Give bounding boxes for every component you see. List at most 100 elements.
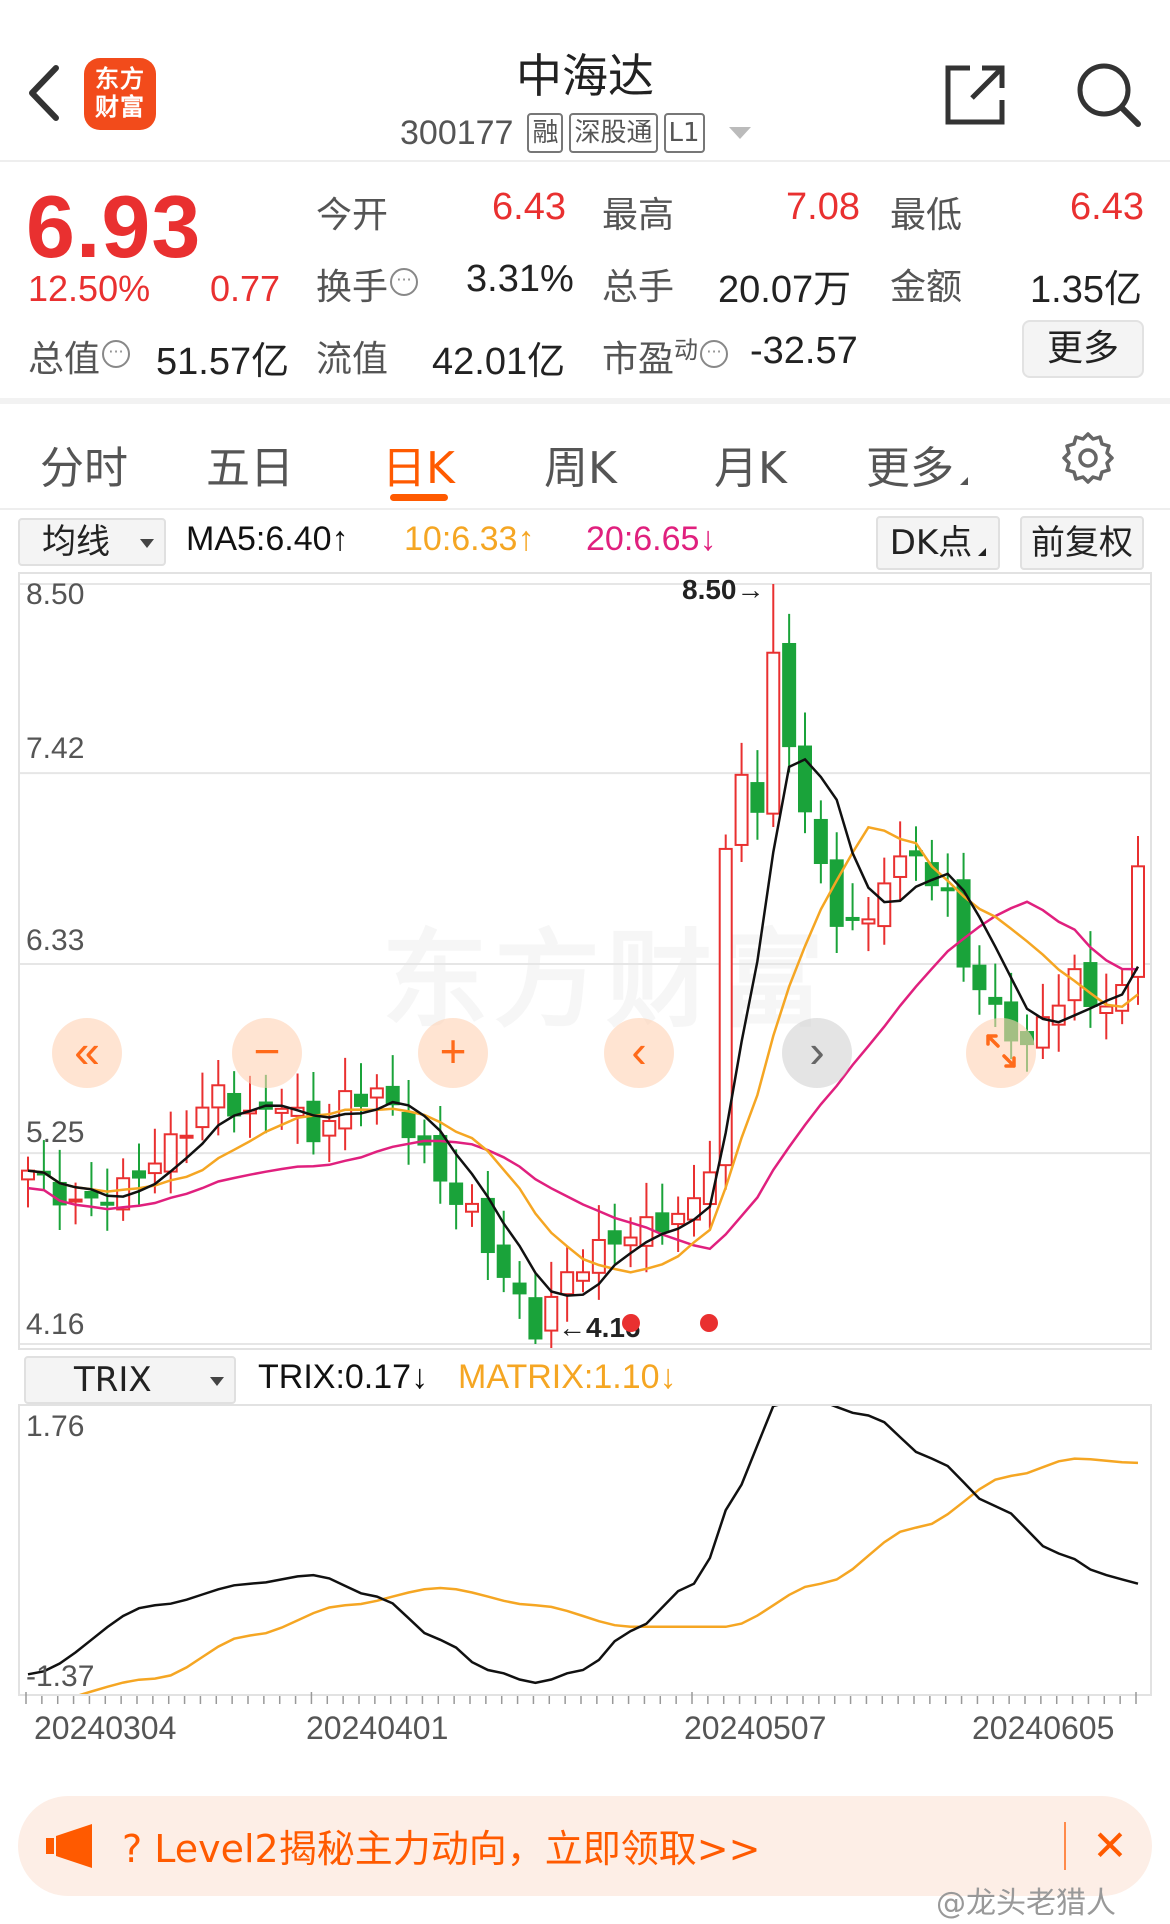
x-tick-label: 20240605 [972,1710,1115,1746]
search-icon [1077,63,1141,127]
candle-body [480,1197,495,1254]
max-price-label: 8.50→ [682,574,765,605]
candle-body [465,1202,479,1213]
search-button[interactable] [1072,58,1144,130]
adjust-button[interactable]: 前复权 [1020,516,1144,570]
candle-body [845,916,860,921]
mcap-label[interactable]: 总值 ··· [28,330,131,382]
candle-body [116,1177,131,1211]
candle-body [655,1212,670,1233]
candle-body [607,1230,622,1245]
tab-intraday[interactable]: 分时 [40,432,128,496]
tab-weekly-k[interactable]: 周K [544,432,617,496]
turnover-label[interactable]: 换手 ··· [316,258,419,310]
candle-body [354,1093,368,1107]
kline-chart[interactable]: 东方财富 8.50 7.42 6.33 5.25 4.16 8.50→ ←4.1… [18,572,1152,1350]
candle-body [560,1271,575,1296]
corner-caret-icon [960,477,968,485]
candle-body [798,745,812,813]
divider [1064,1822,1066,1870]
promo-text[interactable]: ? Level2揭秘主力动向，立即领取>> [122,1818,760,1873]
candle-body [782,642,797,748]
candle-body [734,773,749,846]
trix-plot [27,1406,1139,1694]
chart-settings-button[interactable] [1060,430,1116,486]
candle-body [1035,1016,1050,1049]
float-value: 42.01亿 [432,341,566,383]
candle-body [84,1190,99,1199]
indicator-selector[interactable]: TRIX [24,1356,236,1404]
stock-code: 300177 [400,113,514,152]
ma-legend-row: 均线 MA5:6.40↑ 10:6.33↑ 20:6.65↓ DK点 前复权 [0,514,1170,572]
candle-body [861,918,876,925]
stock-code-row[interactable]: 300177 融 深股通 L1 [400,110,751,156]
ma20-value: 20:6.65↓ [586,520,717,558]
high-value: 7.08 [786,186,860,228]
info-icon[interactable]: ··· [102,340,131,368]
y-tick-label: 1.76 [26,1410,85,1443]
info-icon[interactable]: ··· [390,268,419,296]
active-tab-indicator [390,494,448,501]
candle-body [1083,962,1098,1007]
y-tick-label: 6.33 [26,924,85,957]
quote-panel: 6.93 12.50% 0.77 今开 6.43 最高 7.08 最低 6.43… [0,164,1170,404]
x-axis: 20240304 20240401 20240507 20240605 [0,1692,1170,1756]
tag-connect: 深股通 [569,113,658,153]
more-button[interactable]: 更多 [1022,320,1144,378]
candle-body [718,847,733,1167]
scroll-left-button[interactable]: ‹ [604,1018,674,1088]
candle-body [496,1244,511,1278]
event-marker[interactable] [622,1314,640,1332]
matrix-value: MATRIX:1.10↓ [458,1358,677,1396]
dk-point-button[interactable]: DK点 [876,516,1000,570]
zoom-out-button[interactable]: − [232,1018,302,1088]
pe-value: -32.57 [750,330,858,372]
scroll-left-fast-button[interactable]: « [52,1018,122,1088]
candle-body [877,882,892,928]
tab-five-day[interactable]: 五日 [206,432,294,496]
candle-body [750,782,765,813]
x-tick-label: 20240401 [306,1710,449,1746]
share-button[interactable] [940,58,1012,130]
candle-body [163,1133,178,1173]
fullscreen-button[interactable] [966,1018,1036,1088]
trix-chart[interactable]: 1.76 -1.37 [18,1404,1152,1696]
y-tick-label: 8.50 [26,578,85,611]
change-amount: 0.77 [210,268,281,309]
candle-body [449,1182,464,1205]
event-marker[interactable] [700,1314,718,1332]
matrix-line [78,1457,1139,1694]
candle-body [179,1134,194,1139]
tab-monthly-k[interactable]: 月K [714,432,787,496]
tag-margin: 融 [527,113,564,153]
info-icon[interactable]: ··· [700,340,729,368]
candle-body [1099,1005,1114,1014]
pe-label[interactable]: 市盈动 ··· [602,330,729,382]
trix-legend-row: TRIX TRIX:0.17↓ MATRIX:1.10↓ [0,1352,1170,1406]
y-tick-label: 7.42 [26,732,85,765]
ma-selector[interactable]: 均线 [18,518,166,566]
amount-label: 金额 [890,267,963,308]
weibo-watermark: @龙头老猎人 [936,1886,1116,1921]
candle-body [940,887,955,892]
caret-down-icon[interactable] [728,127,751,139]
candle-body [893,855,908,878]
scroll-right-button[interactable]: › [782,1018,852,1088]
header: 东方 财富 中海达 300177 融 深股通 L1 [0,0,1170,162]
volume-value: 20.07万 [718,269,852,311]
corner-caret-icon [978,548,987,556]
high-label: 最高 [602,195,675,236]
candle-body [211,1084,226,1109]
candle-body [544,1295,559,1332]
close-icon[interactable]: ✕ [1082,1816,1138,1876]
mcap-value: 51.57亿 [156,341,290,383]
ma10-value: 10:6.33↑ [404,520,535,558]
low-label: 最低 [890,195,963,236]
turnover-value: 3.31% [466,258,574,300]
last-price: 6.93 [26,177,202,276]
candle-body [813,818,828,865]
zoom-in-button[interactable]: + [418,1018,488,1088]
tab-more[interactable]: 更多 [866,432,968,496]
candle-body [227,1092,242,1117]
tab-daily-k[interactable]: 日K [382,432,455,496]
